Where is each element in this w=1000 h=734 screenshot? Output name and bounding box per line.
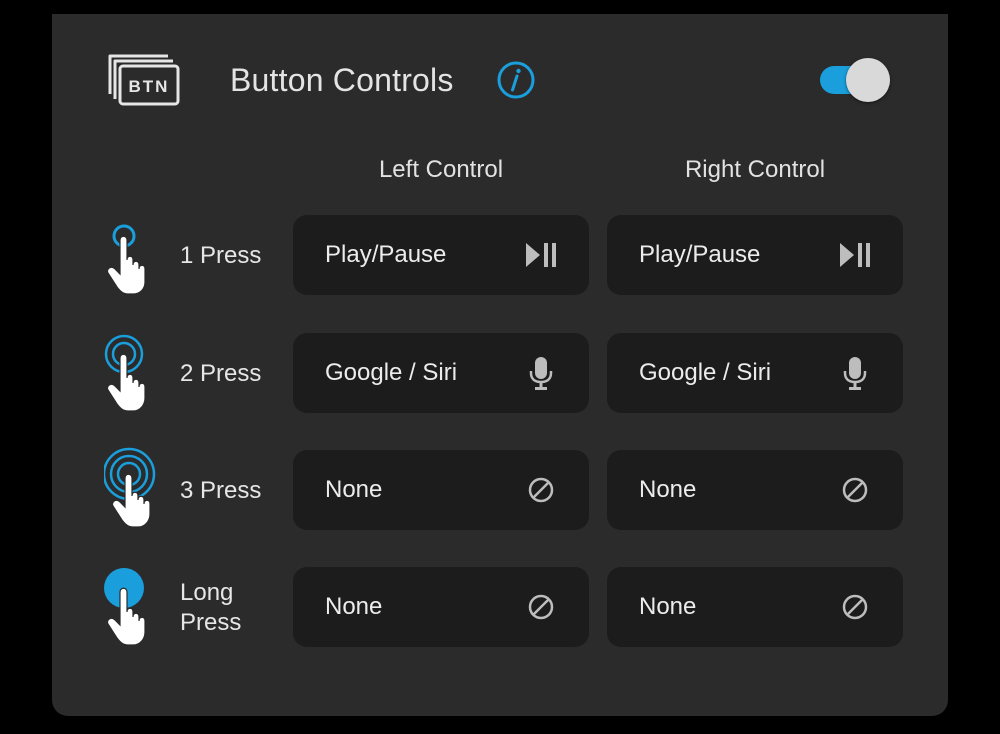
none-icon [842, 477, 868, 503]
left-control-3-press-value: None [325, 476, 383, 503]
left-control-2-press-value: Google / Siri [325, 359, 458, 386]
row-label-long-press-line-1: Long [180, 579, 234, 606]
right-control-3-press-value: None [639, 476, 697, 503]
play-pause-icon [526, 243, 556, 267]
single-tap-hand-icon [106, 224, 146, 295]
column-header-left: Left Control [378, 156, 504, 183]
row-label-long-press: Long Press [180, 578, 241, 638]
left-control-2-press[interactable]: Google / Siri [293, 333, 589, 413]
right-control-1-press-value: Play/Pause [639, 241, 761, 268]
info-icon[interactable] [496, 60, 536, 100]
column-header-right: Right Control [684, 156, 826, 183]
long-press-hand-icon [104, 568, 146, 646]
right-control-1-press[interactable]: Play/Pause [607, 215, 903, 295]
btn-logo-icon: BTN [108, 54, 180, 106]
row-label-2-press: 2 Press [180, 360, 262, 387]
row-label-long-press-line-2: Press [180, 609, 242, 636]
row-label-3-press: 3 Press [180, 477, 262, 504]
right-control-long-press-value: None [639, 593, 697, 620]
right-control-2-press[interactable]: Google / Siri [607, 333, 903, 413]
right-control-2-press-value: Google / Siri [639, 359, 772, 386]
left-control-3-press[interactable]: None [293, 450, 589, 530]
microphone-icon [529, 357, 553, 390]
button-controls-panel: BTN Button Controls Left Control Right C… [52, 14, 948, 716]
left-control-1-press-value: Play/Pause [325, 241, 447, 268]
none-icon [528, 477, 554, 503]
page-title: Button Controls [230, 62, 454, 98]
double-tap-hand-icon [104, 334, 146, 412]
right-control-long-press[interactable]: None [607, 567, 903, 647]
right-control-3-press[interactable]: None [607, 450, 903, 530]
row-label-1-press: 1 Press [180, 242, 262, 269]
left-control-long-press-value: None [325, 593, 383, 620]
toggle-knob[interactable] [846, 58, 890, 102]
left-control-long-press[interactable]: None [293, 567, 589, 647]
enable-toggle[interactable] [820, 58, 892, 102]
none-icon [842, 594, 868, 620]
left-control-1-press[interactable]: Play/Pause [293, 215, 589, 295]
btn-logo-text: BTN [129, 77, 170, 96]
none-icon [528, 594, 554, 620]
microphone-icon [843, 357, 867, 390]
play-pause-icon [840, 243, 870, 267]
triple-tap-hand-icon [104, 447, 156, 528]
